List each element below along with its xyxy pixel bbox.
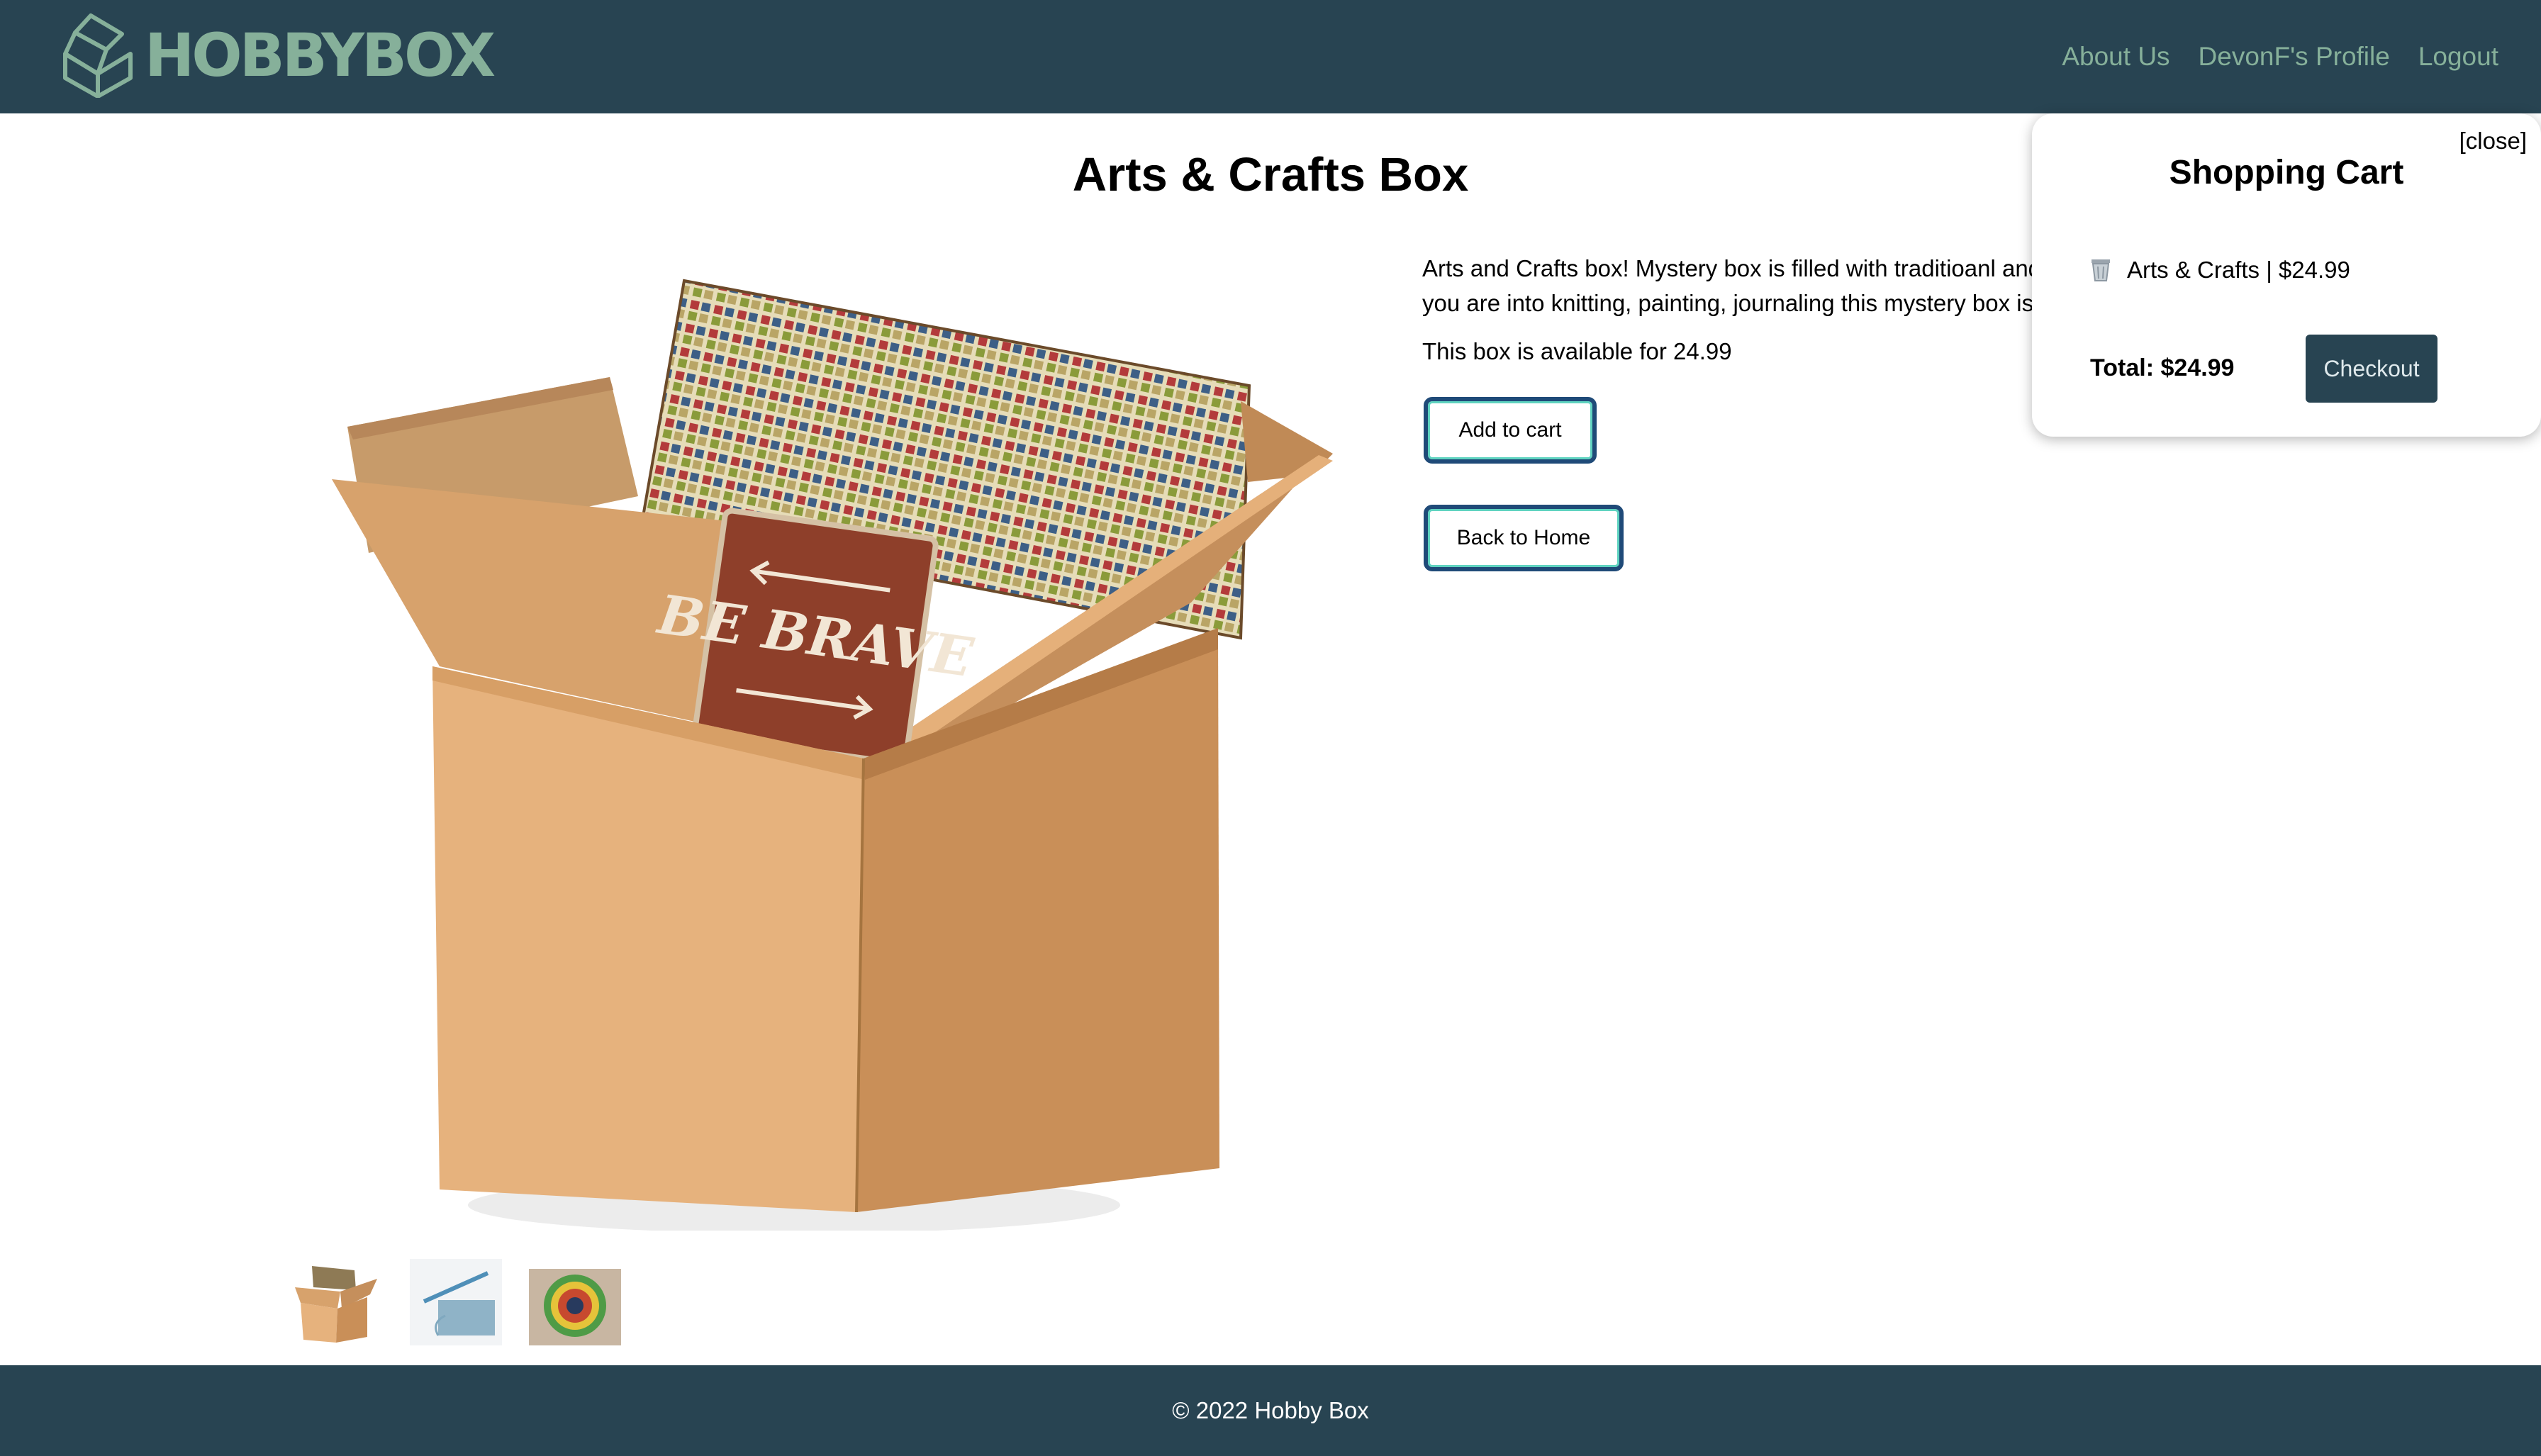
site-footer: © 2022 Hobby Box [0,1365,2541,1456]
main-nav: About Us DevonF's Profile Logout [2062,38,2498,75]
nav-about-us[interactable]: About Us [2062,38,2169,75]
site-header: HOBBYBOX About Us DevonF's Profile Logou… [0,0,2541,113]
cart-item: Arts & Crafts | $24.99 [2090,257,2350,284]
logo-text: HOBBYBOX [145,21,496,90]
thumbnail-knitting[interactable] [410,1259,502,1345]
thumbnail-strip [291,1259,648,1345]
thumbnail-box[interactable] [291,1259,383,1345]
back-to-home-button[interactable]: Back to Home [1424,505,1624,571]
cart-item-label: Arts & Crafts | $24.99 [2127,257,2350,283]
nav-profile[interactable]: DevonF's Profile [2199,38,2390,75]
copyright-text: © 2022 Hobby Box [1172,1397,1369,1423]
nav-logout[interactable]: Logout [2418,38,2498,75]
shopping-cart-panel: [close] Shopping Cart Arts & Crafts | $2… [2032,113,2541,437]
trash-icon[interactable] [2090,258,2111,282]
logo[interactable]: HOBBYBOX [60,13,496,98]
add-to-cart-button[interactable]: Add to cart [1424,397,1597,464]
cart-close-button[interactable]: [close] [2459,128,2527,155]
product-image: BE BRAVE [332,279,1333,1231]
checkout-button[interactable]: Checkout [2306,335,2437,403]
box-logo-icon [63,13,133,98]
cart-total: Total: $24.99 [2090,354,2235,381]
product-availability: This box is available for 24.99 [1422,338,1732,364]
cart-title: Shopping Cart [2169,154,2404,191]
thumbnail-mandala[interactable] [529,1259,621,1345]
